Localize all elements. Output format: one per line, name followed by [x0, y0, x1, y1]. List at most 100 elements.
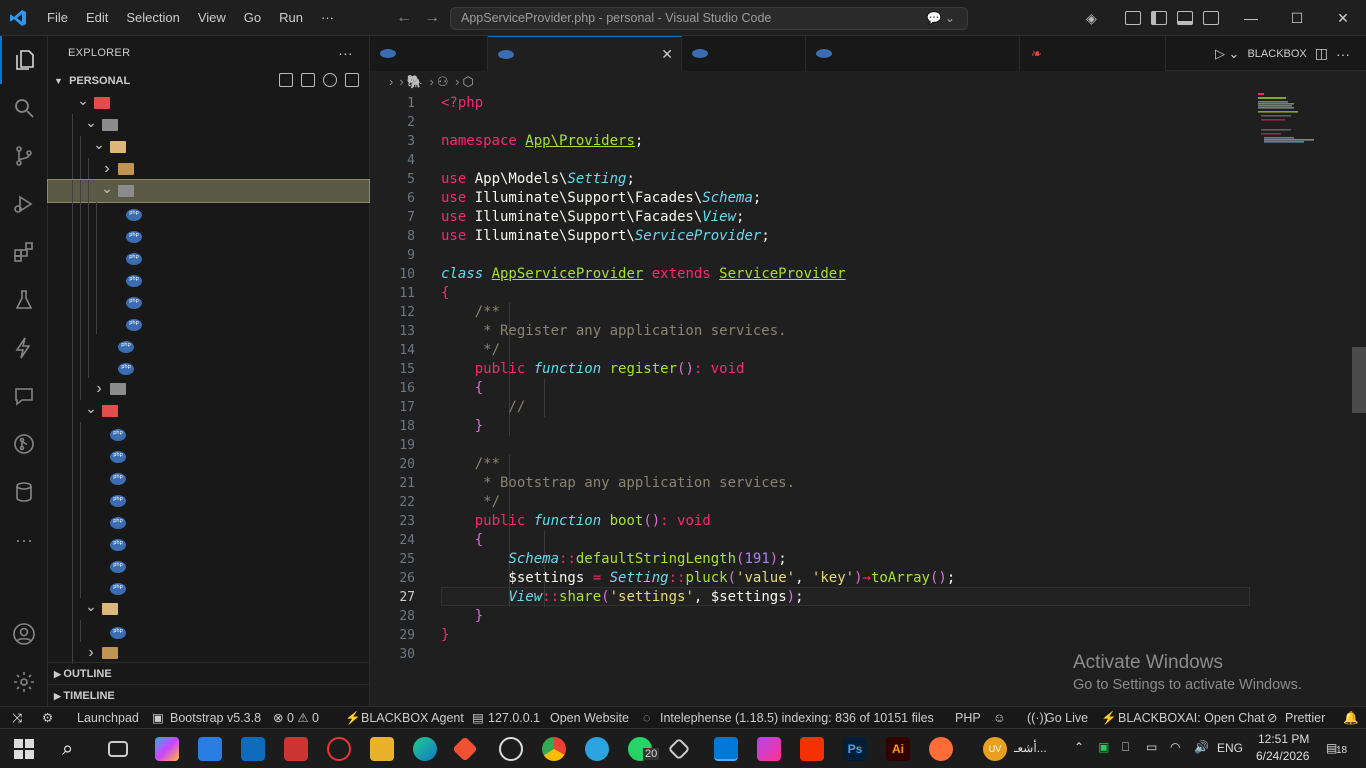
git-icon[interactable]	[452, 736, 478, 762]
file-explorer-icon[interactable]	[370, 737, 394, 761]
folder-item[interactable]: ⌄	[48, 598, 369, 620]
menu-edit[interactable]: Edit	[77, 0, 117, 36]
file-item[interactable]: php	[48, 576, 369, 598]
vscode-taskbar-icon[interactable]	[714, 737, 738, 761]
toggle-secondary-sidebar-icon[interactable]	[1202, 11, 1219, 25]
file-item[interactable]: php	[48, 202, 369, 224]
outlook-icon[interactable]	[241, 737, 265, 761]
accounts-shield-icon[interactable]: ◈	[1086, 10, 1097, 27]
explorer-icon[interactable]	[0, 36, 48, 84]
screen-record-icon[interactable]	[327, 737, 351, 761]
testing-icon[interactable]	[0, 276, 48, 324]
copilot-chat-icon[interactable]: 💬 ⌄	[927, 8, 955, 29]
command-center[interactable]: AppServiceProvider.php - personal - Visu…	[450, 7, 968, 30]
language-mode-item[interactable]: PHP	[955, 707, 981, 729]
media-player-icon[interactable]	[499, 737, 523, 761]
open-website-item[interactable]: Open Website	[550, 707, 629, 729]
folder-item[interactable]: ⌄	[48, 400, 369, 422]
illustrator-icon[interactable]: Ai	[886, 737, 910, 761]
run-icon[interactable]: ▷ ⌄	[1215, 46, 1240, 62]
folder-item[interactable]: ⌄	[48, 92, 369, 114]
task-view-icon[interactable]	[108, 741, 128, 757]
more-actions-icon[interactable]: ···	[1336, 46, 1350, 62]
file-item[interactable]: php	[48, 246, 369, 268]
accounts-icon[interactable]	[0, 610, 48, 658]
vertical-scrollbar[interactable]	[1352, 347, 1366, 413]
edge-icon[interactable]	[413, 737, 437, 761]
workspace-header[interactable]: ▼ PERSONAL	[48, 70, 369, 92]
close-tab-icon[interactable]: ✕	[661, 37, 673, 72]
bootstrap-item[interactable]: Bootstrap v5.3.8	[170, 707, 261, 729]
menu-view[interactable]: View	[189, 0, 235, 36]
clock-date[interactable]: 6/24/2026	[1256, 749, 1309, 763]
toggle-primary-sidebar-icon[interactable]	[1150, 11, 1167, 25]
folder-item[interactable]: ›	[48, 642, 369, 664]
customize-layout-icon[interactable]	[1124, 11, 1141, 25]
tray-app-icon[interactable]: ▣	[1098, 740, 1109, 754]
extensions-icon[interactable]	[0, 228, 48, 276]
store-icon[interactable]	[198, 737, 222, 761]
code-editor[interactable]: Activate Windows Go to Settings to activ…	[370, 93, 1366, 706]
file-item[interactable]: php	[48, 554, 369, 576]
forward-arrow-icon[interactable]: →	[424, 9, 440, 27]
launchpad-item[interactable]: Launchpad	[77, 707, 139, 729]
folder-item[interactable]: ⌄	[47, 179, 370, 203]
input-language[interactable]: ENG	[1217, 741, 1243, 755]
new-file-icon[interactable]	[279, 73, 293, 87]
intelephense-item[interactable]: Intelephense (1.18.5) indexing: 836 of 1…	[660, 707, 934, 729]
new-folder-icon[interactable]	[301, 73, 315, 87]
tray-chevron-up-icon[interactable]: ⌃	[1074, 740, 1084, 754]
maximize-icon[interactable]: ☐	[1274, 0, 1320, 36]
back-arrow-icon[interactable]: ←	[396, 9, 412, 27]
editor-tab[interactable]: ❧	[1020, 36, 1166, 71]
unity-icon[interactable]	[667, 737, 691, 761]
user-avatar[interactable]: UV	[983, 737, 1007, 761]
chat-icon[interactable]	[0, 372, 48, 420]
close-window-icon[interactable]: ✕	[1320, 0, 1366, 36]
phpstorm-icon[interactable]	[757, 737, 781, 761]
volume-icon[interactable]: 🔊	[1194, 740, 1209, 754]
timeline-section[interactable]: ▶ TIMELINE	[48, 684, 370, 706]
file-item[interactable]: php	[48, 422, 369, 444]
outline-section[interactable]: ▶ OUTLINE	[48, 662, 370, 684]
menu-more-icon[interactable]: ···	[312, 0, 343, 36]
minimize-icon[interactable]: —	[1228, 0, 1274, 36]
file-item[interactable]: php	[48, 290, 369, 312]
postman-icon[interactable]	[929, 737, 953, 761]
git-graph-icon[interactable]	[0, 420, 48, 468]
folder-item[interactable]: ›	[48, 158, 369, 180]
toggle-panel-icon[interactable]	[1176, 11, 1193, 25]
folder-item[interactable]: ›	[48, 378, 369, 400]
file-item[interactable]: php	[48, 312, 369, 334]
file-item[interactable]: php	[48, 356, 369, 378]
file-item[interactable]: php	[48, 268, 369, 290]
menu-go[interactable]: Go	[235, 0, 270, 36]
file-item[interactable]: php	[48, 334, 369, 356]
menu-file[interactable]: File	[38, 0, 77, 36]
menu-run[interactable]: Run	[270, 0, 312, 36]
file-item[interactable]: php	[48, 224, 369, 246]
windows-start-icon[interactable]	[14, 739, 34, 759]
snipping-tool-icon[interactable]	[284, 737, 308, 761]
notifications-bell-icon[interactable]: 🔔	[1343, 707, 1359, 729]
battery-icon[interactable]: ▭	[1146, 740, 1157, 754]
collapse-all-icon[interactable]	[345, 73, 359, 87]
copilot-app-icon[interactable]	[155, 737, 179, 761]
folder-item[interactable]: ⌄	[48, 136, 369, 158]
run-debug-icon[interactable]	[0, 180, 48, 228]
folder-item[interactable]: ⌄	[48, 114, 369, 136]
minimap[interactable]	[1256, 93, 1336, 153]
editor-tab[interactable]: ✕	[488, 36, 682, 71]
blackbox-icon[interactable]	[0, 324, 48, 372]
tray-device-icon[interactable]: ⎕	[1122, 740, 1129, 755]
telegram-icon[interactable]	[585, 737, 609, 761]
prettier-item[interactable]: Prettier	[1285, 707, 1325, 729]
editor-tab[interactable]	[682, 36, 806, 71]
manage-gear-icon[interactable]	[0, 658, 48, 706]
file-item[interactable]: php	[48, 510, 369, 532]
copilot-icon[interactable]: ☺	[993, 707, 1006, 729]
clock-time[interactable]: 12:51 PM	[1258, 732, 1309, 746]
split-editor-icon[interactable]: ◫	[1315, 45, 1328, 62]
editor-tab[interactable]	[370, 36, 488, 71]
blackbox-run-label[interactable]: BLACKBOX	[1247, 48, 1306, 60]
